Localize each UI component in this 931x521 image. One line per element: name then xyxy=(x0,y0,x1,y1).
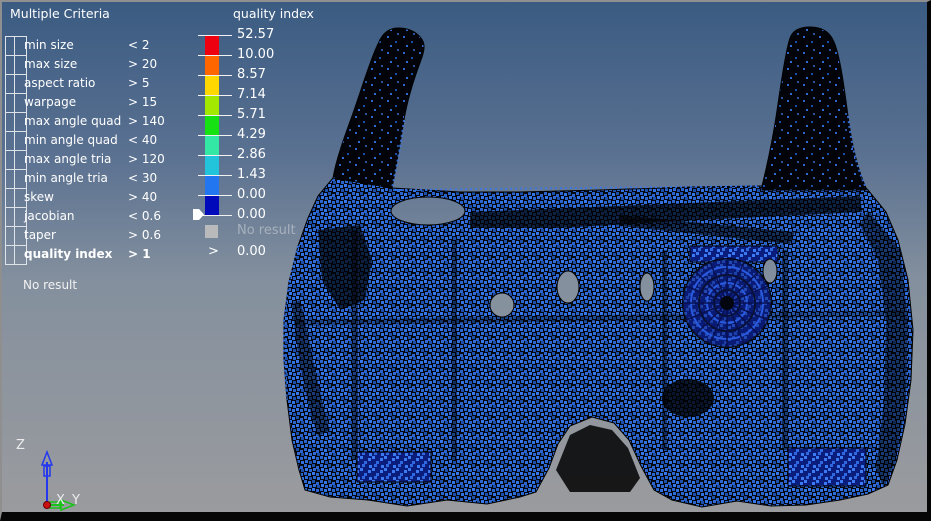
criteria-row[interactable]: min angle tria < 30 xyxy=(3,169,198,189)
criteria-label: skew xyxy=(24,190,54,204)
legend-color-band xyxy=(205,155,219,175)
legend-color-band xyxy=(205,95,219,115)
x-axis-label: X xyxy=(56,493,65,508)
legend-tick-label: 52.57 xyxy=(237,25,274,45)
app-window: Z X Y Multiple Criteria min size < 2 max s… xyxy=(0,0,931,521)
criteria-label: jacobian xyxy=(24,209,75,223)
legend-tick-label: 8.57 xyxy=(237,65,266,85)
legend-tick xyxy=(198,135,232,136)
multiple-criteria-panel: Multiple Criteria min size < 2 max size > 2… xyxy=(3,6,198,306)
criteria-label: quality index xyxy=(24,247,112,261)
legend-color-band xyxy=(205,175,219,195)
criteria-no-result-label: No result xyxy=(23,278,77,292)
criteria-row[interactable]: quality index > 1 xyxy=(3,245,198,265)
legend-tick xyxy=(198,35,232,36)
no-result-label: No result xyxy=(237,223,296,238)
legend-tick-label: 7.14 xyxy=(237,85,266,105)
legend-tick-label: 0.00 xyxy=(237,185,266,205)
criteria-label: max angle tria xyxy=(24,152,111,166)
criteria-value: > 40 xyxy=(128,190,157,204)
wheel-feature xyxy=(683,259,771,347)
legend-tick xyxy=(198,195,232,196)
legend-tick-label: 1.43 xyxy=(237,165,266,185)
criteria-value: > 120 xyxy=(128,152,165,166)
legend-tick xyxy=(198,55,232,56)
legend-color-band xyxy=(205,115,219,135)
criteria-row[interactable]: min angle quad < 40 xyxy=(3,131,198,151)
criteria-value: > 20 xyxy=(128,57,157,71)
criteria-row[interactable]: skew > 40 xyxy=(3,188,198,208)
min-threshold-symbol: > xyxy=(208,244,219,259)
criteria-value: > 140 xyxy=(128,114,165,128)
criteria-label: taper xyxy=(24,228,56,242)
criteria-value: > 15 xyxy=(128,95,157,109)
legend-tick xyxy=(198,155,232,156)
criteria-value: < 40 xyxy=(128,133,157,147)
criteria-label: warpage xyxy=(24,95,76,109)
legend-tick-label: 4.29 xyxy=(237,125,266,145)
criteria-row[interactable]: warpage > 15 xyxy=(3,93,198,113)
criteria-value: < 30 xyxy=(128,171,157,185)
legend-tick xyxy=(198,95,232,96)
legend-tick xyxy=(198,175,232,176)
y-axis-label: Y xyxy=(71,493,80,508)
criteria-row[interactable]: taper > 0.6 xyxy=(3,226,198,246)
legend-color-band xyxy=(205,135,219,155)
legend-tick-label: 5.71 xyxy=(237,105,266,125)
min-threshold-value: 0.00 xyxy=(237,244,266,259)
criteria-row[interactable]: aspect ratio > 5 xyxy=(3,74,198,94)
no-result-swatch xyxy=(205,225,218,238)
x-axis-origin xyxy=(44,502,51,509)
criteria-label: aspect ratio xyxy=(24,76,95,90)
criteria-label: min angle tria xyxy=(24,171,108,185)
criteria-row[interactable]: jacobian < 0.6 xyxy=(3,207,198,227)
criteria-label: max size xyxy=(24,57,77,71)
legend-tick-label: 2.86 xyxy=(237,145,266,165)
criteria-value: < 0.6 xyxy=(128,209,161,223)
z-axis-label: Z xyxy=(16,438,25,453)
criteria-value: > 5 xyxy=(128,76,150,90)
legend-title: quality index xyxy=(233,6,314,21)
legend-color-band xyxy=(205,75,219,95)
criteria-label: min angle quad xyxy=(24,133,118,147)
legend-color-band xyxy=(205,195,219,215)
criteria-value: > 1 xyxy=(128,247,151,261)
criteria-label: min size xyxy=(24,38,74,52)
legend-color-band xyxy=(205,55,219,75)
criteria-rows: min size < 2 max size > 20 aspect ratio > 5 wa… xyxy=(3,36,198,265)
criteria-row[interactable]: max angle tria > 120 xyxy=(3,150,198,170)
criteria-row[interactable]: min size < 2 xyxy=(3,36,198,56)
criteria-value: > 0.6 xyxy=(128,228,161,242)
legend-colorbar xyxy=(205,35,219,215)
criteria-row[interactable]: max angle quad > 140 xyxy=(3,112,198,132)
panel-title: Multiple Criteria xyxy=(10,6,110,21)
legend-tick-label: 0.00 xyxy=(237,205,266,225)
criteria-value: < 2 xyxy=(128,38,150,52)
legend-tick xyxy=(198,75,232,76)
legend-tick-label: 10.00 xyxy=(237,45,274,65)
default-range-marker[interactable] xyxy=(193,209,204,220)
criteria-row[interactable]: max size > 20 xyxy=(3,55,198,75)
criteria-label: max angle quad xyxy=(24,114,121,128)
legend-color-band xyxy=(205,35,219,55)
legend-tick xyxy=(198,115,232,116)
quality-index-legend: quality index 52.5710.008.577.145.714.29… xyxy=(193,6,323,271)
